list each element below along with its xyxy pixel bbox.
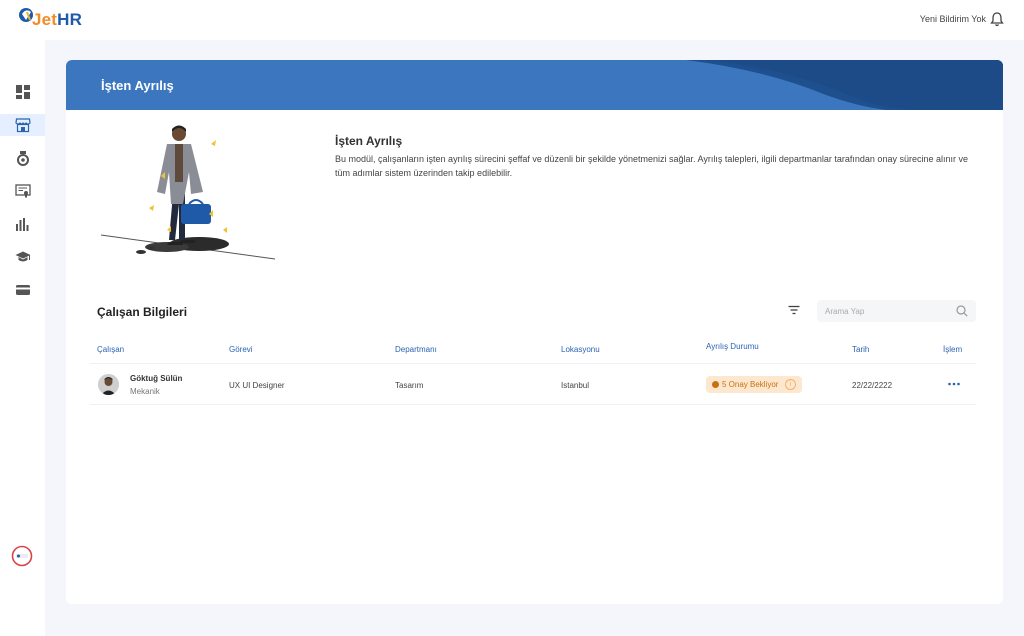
credit-card-icon (15, 285, 30, 295)
banner-wave (686, 60, 1003, 110)
logo-jet: Jet (32, 10, 58, 29)
table-row-divider (90, 404, 976, 405)
column-header-position[interactable]: Görevi (229, 345, 253, 354)
graduation-cap-icon (15, 251, 30, 262)
sidebar-item-dashboard[interactable] (0, 81, 45, 103)
employee-location: Istanbul (561, 381, 590, 390)
search-input[interactable] (825, 304, 945, 318)
page-banner: İşten Ayrılış (66, 60, 1003, 110)
sidebar-item-store[interactable] (0, 114, 45, 136)
avatar[interactable] (98, 374, 119, 395)
column-header-location[interactable]: Lokasyonu (561, 345, 600, 354)
employee-position: UX UI Designer (229, 381, 285, 390)
column-header-department[interactable]: Departmanı (395, 345, 437, 354)
sidebar-item-medal[interactable] (0, 147, 45, 169)
employee-department: Tasarım (395, 381, 424, 390)
sidebar-item-reports[interactable] (0, 213, 45, 235)
employee-name[interactable]: Göktuğ Sülün (130, 374, 182, 383)
sidebar (0, 40, 45, 636)
logo-text[interactable]: JetHR (32, 10, 82, 30)
store-icon (14, 118, 31, 133)
search-icon[interactable] (956, 305, 968, 317)
filter-icon[interactable] (788, 305, 800, 315)
section-title: Çalışan Bilgileri (97, 305, 188, 319)
column-header-status[interactable]: Ayrılış Durumu (706, 342, 759, 351)
sidebar-item-certificate[interactable] (0, 180, 45, 202)
leave-date: 22/22/2222 (852, 381, 893, 390)
certificate-icon (14, 184, 31, 198)
top-bar: JetHR Yeni Bildirim Yok (0, 0, 1024, 40)
employee-subtitle: Mekanik (130, 387, 160, 396)
status-text: 5 Onay Bekliyor (722, 380, 779, 389)
table-header-divider (90, 363, 976, 364)
dashboard-icon (15, 85, 30, 99)
bar-chart-icon (15, 218, 28, 231)
status-badge[interactable]: 5 Onay Bekliyor i (706, 376, 802, 393)
intro-description: Bu modül, çalışanların işten ayrılış sür… (335, 154, 968, 178)
person-leaving-illustration (100, 125, 276, 260)
info-icon[interactable]: i (785, 379, 796, 390)
page-title: İşten Ayrılış (101, 78, 174, 93)
column-header-date[interactable]: Tarih (852, 345, 869, 354)
status-dot (712, 381, 719, 388)
intro-title: İşten Ayrılış (335, 134, 403, 148)
column-header-action[interactable]: İşlem (943, 345, 962, 354)
sidebar-item-education[interactable] (0, 246, 45, 268)
more-options-icon[interactable] (947, 378, 961, 390)
notification-text: Yeni Bildirim Yok (919, 14, 986, 24)
support-badge-icon[interactable] (11, 545, 33, 567)
main-panel: İşten Ayrılış İşten Ayrılış Bu modül, ça… (66, 60, 1003, 604)
search-box[interactable] (817, 300, 976, 322)
bell-icon[interactable] (990, 11, 1004, 27)
logo-hr: HR (57, 10, 83, 29)
medal-icon (16, 151, 29, 166)
sidebar-item-payments[interactable] (0, 279, 45, 301)
column-header-employee[interactable]: Çalışan (97, 345, 124, 354)
